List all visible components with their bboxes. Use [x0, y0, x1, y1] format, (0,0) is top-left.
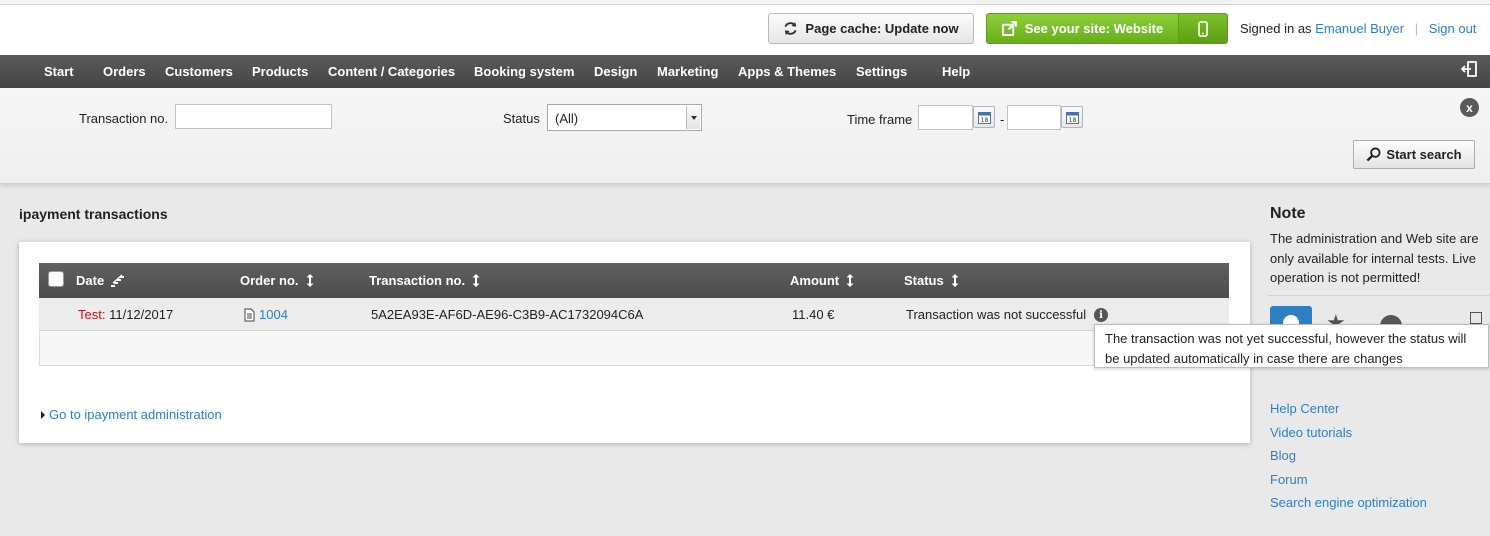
nav-item-start[interactable]: Start [44, 64, 74, 79]
start-search-button[interactable]: Start search [1353, 140, 1475, 169]
sort-icon [951, 274, 959, 287]
column-amount[interactable]: Amount [790, 273, 855, 288]
nav-item-settings[interactable]: Settings [856, 64, 907, 79]
order-link[interactable]: 1004 [259, 307, 288, 322]
start-search-label: Start search [1386, 147, 1462, 162]
help-center-link[interactable]: Help Center [1270, 401, 1339, 416]
nav-item-help[interactable]: Help [942, 64, 970, 79]
time-frame-to-input[interactable] [1007, 105, 1061, 130]
nav-item-marketing[interactable]: Marketing [657, 64, 718, 79]
status-tooltip: The transaction was not yet successful, … [1094, 324, 1489, 368]
document-icon [244, 308, 255, 321]
select-all-checkbox[interactable] [48, 271, 64, 287]
search-icon [1366, 147, 1381, 162]
nav-item-design[interactable]: Design [594, 64, 637, 79]
row-order-cell: 1004 [244, 307, 288, 322]
sidebar-divider [1268, 295, 1490, 296]
nav-item-products[interactable]: Products [252, 64, 308, 79]
sort-icon [846, 274, 854, 287]
main-nav: Start Orders Customers Products Content … [0, 55, 1490, 88]
table-row[interactable]: Test: 11/12/2017 1004 5A2EA93E-AF6D-AE96… [39, 298, 1229, 331]
page-cache-button[interactable]: Page cache: Update now [768, 13, 974, 44]
nav-item-orders[interactable]: Orders [103, 64, 146, 79]
signed-in-prefix: Signed in as [1240, 21, 1312, 36]
table-header: Date Order no. Transaction no. Amount St… [39, 263, 1229, 298]
header-bar: Page cache: Update now See your site: We… [0, 5, 1490, 55]
note-text: The administration and Web site are only… [1270, 231, 1479, 285]
refresh-icon [784, 21, 797, 36]
sort-icon [306, 274, 314, 287]
search-panel: Transaction no. Status (All) Time frame … [0, 88, 1490, 184]
mobile-preview-button[interactable] [1178, 13, 1228, 44]
column-transaction-no[interactable]: Transaction no. [369, 273, 481, 288]
time-frame-separator: - [1000, 112, 1005, 127]
close-search-button[interactable]: x [1460, 98, 1479, 117]
transaction-no-label: Transaction no. [79, 111, 169, 126]
blog-link[interactable]: Blog [1270, 448, 1296, 463]
signed-in-info: Signed in as Emanuel Buyer | Sign out [1240, 21, 1476, 36]
sign-out-link[interactable]: Sign out [1429, 21, 1477, 36]
video-tutorials-link[interactable]: Video tutorials [1270, 425, 1352, 440]
separator: | [1414, 21, 1419, 36]
column-transaction-no-label: Transaction no. [369, 273, 466, 288]
logout-icon[interactable] [1460, 60, 1478, 78]
forum-link[interactable]: Forum [1270, 472, 1308, 487]
info-icon[interactable]: i [1094, 308, 1108, 322]
column-amount-label: Amount [790, 273, 840, 288]
calendar-icon: 18 [977, 111, 991, 124]
status-label: Status [503, 111, 540, 126]
column-status[interactable]: Status [904, 273, 960, 288]
user-name-link[interactable]: Emanuel Buyer [1315, 21, 1404, 36]
page-title: ipayment transactions [19, 206, 168, 222]
seo-link[interactable]: Search engine optimization [1270, 495, 1427, 510]
svg-text:18: 18 [980, 117, 988, 124]
calendar-from-button[interactable]: 18 [973, 106, 995, 128]
see-site-button[interactable]: See your site: Website [986, 13, 1178, 44]
column-date[interactable]: Date [76, 273, 126, 288]
transaction-no-input[interactable] [175, 104, 332, 129]
mobile-icon [1198, 20, 1208, 37]
sort-icon [472, 274, 480, 287]
time-frame-from-input[interactable] [918, 105, 973, 130]
column-date-label: Date [76, 273, 105, 288]
test-prefix: Test: [78, 307, 106, 322]
external-link-icon [1001, 21, 1017, 36]
status-select-value: (All) [555, 111, 579, 126]
nav-item-booking-system[interactable]: Booking system [474, 64, 574, 79]
chevron-down-icon [686, 106, 700, 129]
nav-item-content-categories[interactable]: Content / Categories [328, 64, 455, 79]
note-title: Note [1270, 205, 1306, 222]
transactions-card: Date Order no. Transaction no. Amount St… [19, 242, 1250, 443]
nav-item-apps-themes[interactable]: Apps & Themes [738, 64, 836, 79]
column-status-label: Status [904, 273, 944, 288]
nav-item-customers[interactable]: Customers [165, 64, 233, 79]
page-cache-label: Page cache: Update now [805, 21, 959, 36]
row-amount: 11.40 € [792, 307, 835, 322]
see-site-label: See your site: Website [1024, 21, 1164, 36]
expand-icon[interactable] [1470, 312, 1482, 324]
row-status: Transaction was not successful [906, 307, 1087, 322]
ipayment-admin-link[interactable]: Go to ipayment administration [49, 407, 222, 422]
row-transaction-no: 5A2EA93E-AF6D-AE96-C3B9-AC1732094C6A [371, 307, 644, 322]
table-empty-row [39, 331, 1229, 366]
sort-desc-icon [111, 274, 125, 287]
svg-text:18: 18 [1068, 117, 1076, 124]
triangle-right-icon [41, 410, 45, 419]
row-date-cell: Test: 11/12/2017 [78, 307, 173, 322]
admin-link-wrapper: Go to ipayment administration [41, 407, 222, 422]
column-order-no-label: Order no. [240, 273, 299, 288]
status-select[interactable]: (All) [547, 104, 702, 131]
calendar-icon: 18 [1065, 111, 1079, 124]
row-date: 11/12/2017 [109, 307, 174, 322]
time-frame-label: Time frame [847, 112, 913, 127]
calendar-to-button[interactable]: 18 [1061, 106, 1083, 128]
column-order-no[interactable]: Order no. [240, 273, 315, 288]
